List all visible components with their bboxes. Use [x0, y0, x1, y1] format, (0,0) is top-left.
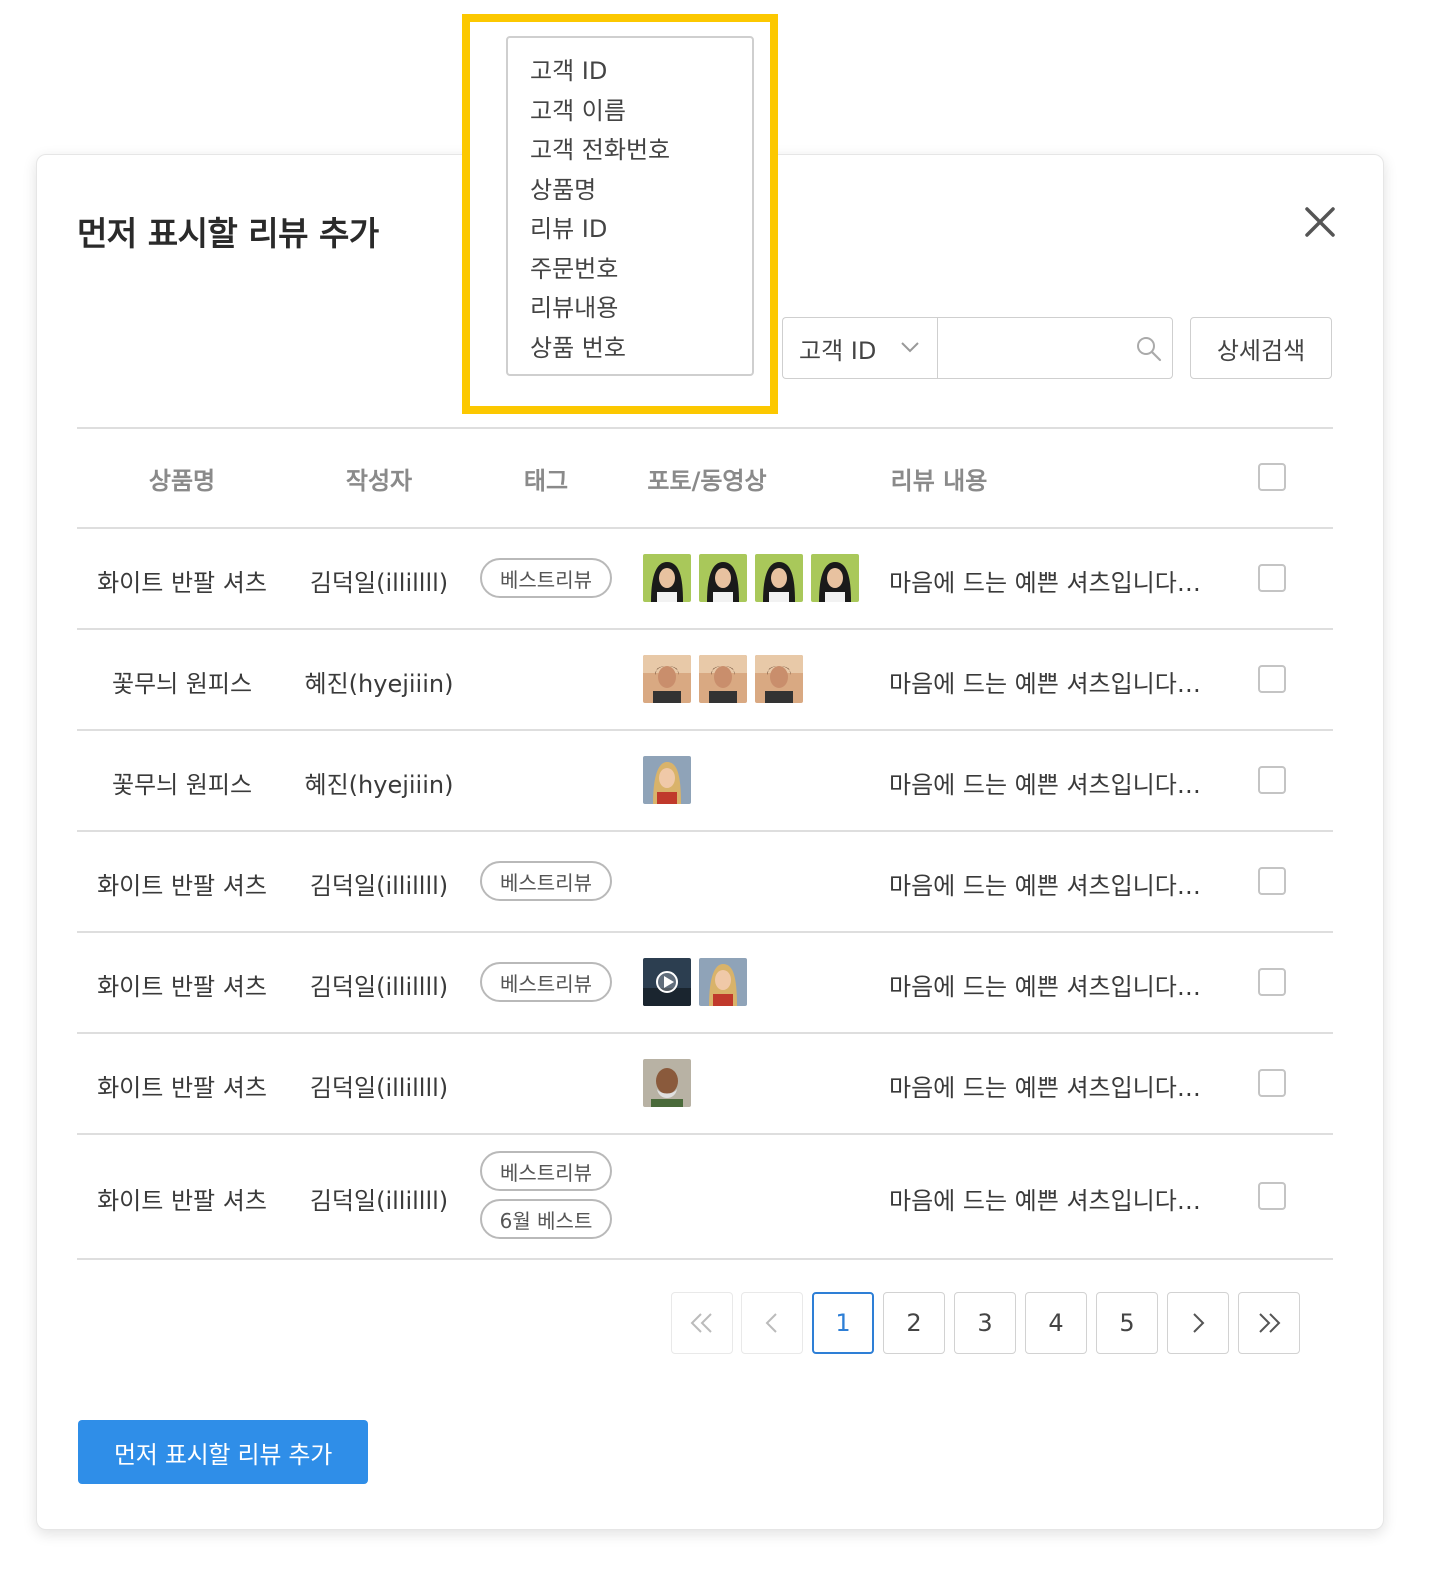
page-3-button[interactable]: 3 — [954, 1292, 1016, 1354]
search-field-select[interactable]: 고객 ID — [782, 317, 938, 379]
header-tag: 태그 — [523, 467, 569, 495]
dropdown-option-product-name[interactable]: 상품명 — [508, 171, 752, 211]
search-icon[interactable] — [1135, 335, 1163, 363]
row-content: 마음에 드는 예쁜 셔츠입니다… — [889, 872, 1201, 900]
row-product: 화이트 반팔 셔츠 — [97, 1187, 267, 1215]
row-checkbox[interactable] — [1258, 564, 1286, 592]
next-page-button[interactable] — [1167, 1292, 1229, 1354]
chevron-right-icon — [1193, 1313, 1205, 1333]
row-content: 마음에 드는 예쁜 셔츠입니다… — [889, 973, 1201, 1001]
dropdown-option-customer-phone[interactable]: 고객 전화번호 — [508, 131, 752, 171]
photo-thumbnail[interactable] — [699, 655, 747, 703]
media-thumbnails — [643, 655, 803, 703]
page-2-button[interactable]: 2 — [883, 1292, 945, 1354]
row-content: 마음에 드는 예쁜 셔츠입니다… — [889, 1187, 1201, 1215]
row-checkbox[interactable] — [1258, 665, 1286, 693]
double-chevron-right-icon — [1259, 1313, 1281, 1333]
chevron-left-icon — [765, 1313, 777, 1333]
media-thumbnails — [643, 1059, 691, 1107]
photo-thumbnail[interactable] — [811, 554, 859, 602]
row-content: 마음에 드는 예쁜 셔츠입니다… — [889, 1074, 1201, 1102]
chevron-down-icon — [901, 342, 919, 353]
detail-search-button[interactable]: 상세검색 — [1190, 317, 1332, 379]
table-row[interactable]: 화이트 반팔 셔츠 김덕일(illillll) 베스트리뷰 마음에 드는 예쁜 … — [77, 831, 1333, 931]
monthly-best-tag: 6월 베스트 — [480, 1199, 612, 1239]
dropdown-option-customer-id[interactable]: 고객 ID — [508, 52, 752, 92]
prev-page-button[interactable] — [741, 1292, 803, 1354]
row-author: 혜진(hyejiiin) — [304, 771, 454, 799]
row-product: 화이트 반팔 셔츠 — [97, 569, 267, 597]
photo-thumbnail[interactable] — [643, 655, 691, 703]
photo-thumbnail[interactable] — [643, 1059, 691, 1107]
search-field-selected: 고객 ID — [799, 336, 877, 365]
photo-thumbnail[interactable] — [699, 958, 747, 1006]
first-page-button[interactable] — [671, 1292, 733, 1354]
row-content: 마음에 드는 예쁜 셔츠입니다… — [889, 569, 1201, 597]
row-author: 김덕일(illillll) — [309, 1074, 449, 1102]
row-author: 김덕일(illillll) — [309, 569, 449, 597]
row-author: 김덕일(illillll) — [309, 1187, 449, 1215]
row-checkbox[interactable] — [1258, 867, 1286, 895]
row-product: 꽃무늬 원피스 — [111, 771, 253, 799]
dropdown-option-order-number[interactable]: 주문번호 — [508, 250, 752, 290]
row-checkbox[interactable] — [1258, 766, 1286, 794]
header-author: 작성자 — [345, 467, 413, 495]
row-product: 화이트 반팔 셔츠 — [97, 973, 267, 1001]
header-product: 상품명 — [148, 467, 216, 495]
photo-thumbnail[interactable] — [699, 554, 747, 602]
row-product: 화이트 반팔 셔츠 — [97, 1074, 267, 1102]
row-checkbox[interactable] — [1258, 1069, 1286, 1097]
dropdown-option-product-number[interactable]: 상품 번호 — [508, 329, 752, 369]
photo-thumbnail[interactable] — [643, 554, 691, 602]
page-1-button[interactable]: 1 — [812, 1292, 874, 1354]
table-divider — [77, 427, 1333, 429]
double-chevron-left-icon — [690, 1313, 712, 1333]
media-thumbnails — [643, 554, 859, 602]
page-4-button[interactable]: 4 — [1025, 1292, 1087, 1354]
dropdown-option-review-content[interactable]: 리뷰내용 — [508, 289, 752, 329]
photo-thumbnail[interactable] — [755, 655, 803, 703]
best-review-tag: 베스트리뷰 — [480, 558, 612, 598]
row-author: 김덕일(illillll) — [309, 872, 449, 900]
row-author: 김덕일(illillll) — [309, 973, 449, 1001]
header-media: 포토/동영상 — [647, 467, 767, 495]
photo-thumbnail[interactable] — [755, 554, 803, 602]
table-divider — [77, 1258, 1333, 1260]
last-page-button[interactable] — [1238, 1292, 1300, 1354]
add-featured-review-button[interactable]: 먼저 표시할 리뷰 추가 — [78, 1420, 368, 1484]
table-row[interactable]: 화이트 반팔 셔츠 김덕일(illillll) 베스트리뷰 마음에 드는 예쁜 … — [77, 932, 1333, 1032]
media-thumbnails — [643, 958, 747, 1006]
row-product: 화이트 반팔 셔츠 — [97, 872, 267, 900]
row-content: 마음에 드는 예쁜 셔츠입니다… — [889, 771, 1201, 799]
best-review-tag: 베스트리뷰 — [480, 962, 612, 1002]
row-product: 꽃무늬 원피스 — [111, 670, 253, 698]
dropdown-option-customer-name[interactable]: 고객 이름 — [508, 92, 752, 132]
table-row[interactable]: 화이트 반팔 셔츠 김덕일(illillll) 마음에 드는 예쁜 셔츠입니다… — [77, 1033, 1333, 1133]
row-author: 혜진(hyejiiin) — [304, 670, 454, 698]
header-content: 리뷰 내용 — [890, 467, 988, 495]
dropdown-option-review-id[interactable]: 리뷰 ID — [508, 210, 752, 250]
row-content: 마음에 드는 예쁜 셔츠입니다… — [889, 670, 1201, 698]
dropdown-highlight: 고객 ID 고객 이름 고객 전화번호 상품명 리뷰 ID 주문번호 리뷰내용 … — [462, 14, 778, 414]
media-thumbnails — [643, 756, 691, 804]
table-row[interactable]: 꽃무늬 원피스 혜진(hyejiiin) 마음에 드는 예쁜 셔츠입니다… — [77, 629, 1333, 729]
best-review-tag: 베스트리뷰 — [480, 861, 612, 901]
photo-thumbnail[interactable] — [643, 756, 691, 804]
table-row[interactable]: 꽃무늬 원피스 혜진(hyejiiin) 마음에 드는 예쁜 셔츠입니다… — [77, 730, 1333, 830]
table-row[interactable]: 화이트 반팔 셔츠 김덕일(illillll) 베스트리뷰 마음에 드는 예쁜 … — [77, 528, 1333, 628]
modal-title: 먼저 표시할 리뷰 추가 — [77, 214, 379, 253]
page-5-button[interactable]: 5 — [1096, 1292, 1158, 1354]
close-icon[interactable] — [1299, 201, 1341, 243]
search-box — [937, 317, 1173, 379]
search-field-dropdown: 고객 ID 고객 이름 고객 전화번호 상품명 리뷰 ID 주문번호 리뷰내용 … — [506, 36, 754, 376]
table-row[interactable]: 화이트 반팔 셔츠 김덕일(illillll) 베스트리뷰 6월 베스트 마음에… — [77, 1134, 1333, 1258]
best-review-tag: 베스트리뷰 — [480, 1151, 612, 1191]
search-input[interactable] — [948, 326, 1128, 370]
row-checkbox[interactable] — [1258, 1182, 1286, 1210]
select-all-checkbox[interactable] — [1258, 463, 1286, 491]
row-checkbox[interactable] — [1258, 968, 1286, 996]
video-thumbnail[interactable] — [643, 958, 691, 1006]
